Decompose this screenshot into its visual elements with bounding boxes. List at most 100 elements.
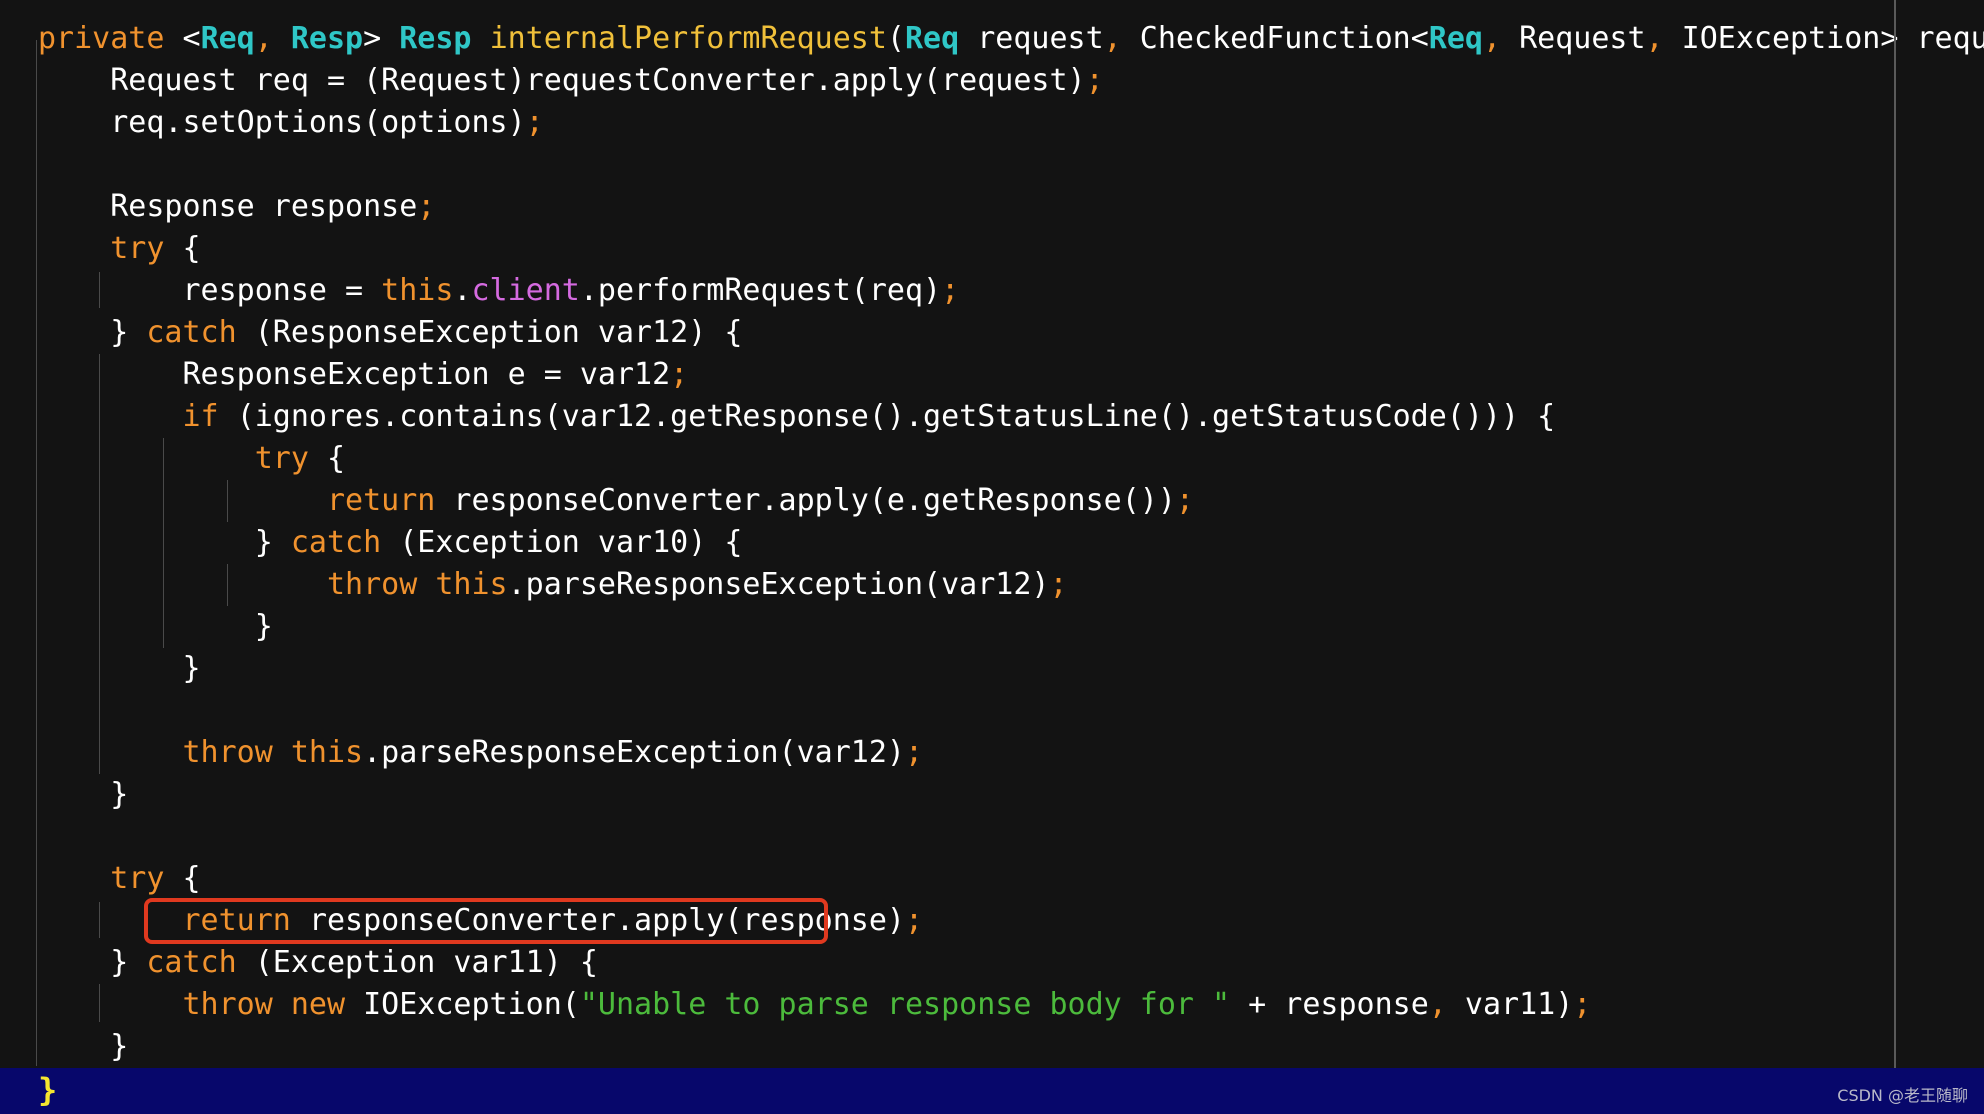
code-token: req.setOptions(options) (38, 105, 526, 140)
code-token: request (959, 21, 1104, 56)
code-token: responseConverter.apply(e.getResponse()) (453, 483, 1176, 518)
indent-guide (99, 902, 100, 938)
code-token: } (38, 651, 201, 686)
code-token: ResponseException e = var12 (38, 357, 671, 392)
code-token: { (326, 441, 346, 476)
status-bar (0, 1068, 1984, 1114)
code-token: ; (941, 273, 960, 308)
code-token: throw new (38, 987, 364, 1022)
code-line[interactable]: } (38, 648, 201, 690)
code-line[interactable]: private <Req, Resp> Resp internalPerform… (38, 18, 1984, 60)
code-token: , (1103, 21, 1140, 56)
code-line[interactable]: } catch (Exception var10) { (38, 522, 743, 564)
code-token: catch (146, 315, 255, 350)
highlight-annotation-box (144, 898, 828, 944)
code-line[interactable]: } (38, 606, 273, 648)
code-line[interactable]: try { (38, 438, 345, 480)
code-token: ( (886, 21, 905, 56)
code-line[interactable]: } catch (Exception var11) { (38, 942, 598, 984)
code-line[interactable]: throw this.parseResponseException(var12)… (38, 564, 1068, 606)
code-token: ; (904, 735, 924, 770)
code-token: } (38, 1029, 129, 1064)
code-token: Request req = (Request)requestConverter.… (38, 63, 1086, 98)
code-token: ; (904, 903, 924, 938)
code-line[interactable]: ResponseException e = var12; (38, 354, 688, 396)
code-token: if (38, 399, 237, 434)
code-token: ; (525, 105, 544, 140)
code-token: response = (38, 273, 382, 308)
code-editor[interactable]: private <Req, Resp> Resp internalPerform… (0, 0, 1984, 1114)
indent-guide (227, 480, 228, 522)
code-token: IOException( (363, 987, 580, 1022)
code-line[interactable]: Response response; (38, 186, 435, 228)
code-token: private (38, 21, 183, 56)
code-token: internalPerformRequest (489, 21, 887, 56)
code-token: Request (1519, 21, 1646, 56)
indent-guide (99, 984, 100, 1022)
indent-guide (163, 438, 164, 648)
code-token: "Unable to parse response body for " (579, 987, 1231, 1022)
code-token: catch (290, 525, 400, 560)
code-token: , (1482, 21, 1520, 56)
code-token: ; (417, 189, 436, 224)
code-token: .parseResponseException(var12) (507, 567, 1050, 602)
code-token: , (1428, 987, 1465, 1022)
code-line[interactable]: } (38, 1026, 128, 1068)
code-line[interactable]: return responseConverter.apply(e.getResp… (38, 480, 1194, 522)
code-line[interactable]: req.setOptions(options); (38, 102, 544, 144)
indent-guide (227, 564, 228, 606)
code-token: var11) (1464, 987, 1574, 1022)
code-token: { (182, 861, 201, 896)
code-token: throw this (38, 735, 364, 770)
code-token: (Exception var10) { (399, 525, 743, 560)
code-token: } (38, 945, 147, 980)
code-line[interactable]: response = this.client.performRequest(re… (38, 270, 959, 312)
code-token: < (182, 21, 201, 56)
code-token: , (254, 21, 291, 56)
code-token: IOException> requestConverter (1681, 21, 1984, 56)
code-token: } (38, 777, 129, 812)
code-token: ; (1573, 987, 1592, 1022)
code-token: . (453, 273, 472, 308)
code-line[interactable]: try { (38, 858, 201, 900)
code-line[interactable]: Request req = (Request)requestConverter.… (38, 60, 1104, 102)
code-token: try (38, 231, 183, 266)
code-token: } (38, 315, 147, 350)
code-token: Req (904, 21, 960, 56)
code-token: .performRequest(req) (579, 273, 942, 308)
code-token: } (38, 609, 273, 644)
indent-guide (99, 272, 100, 308)
code-token: client (471, 273, 580, 308)
method-closing-brace[interactable]: } (38, 1068, 57, 1112)
code-token: (ignores.contains(var12.getResponse().ge… (236, 399, 1556, 434)
code-line[interactable]: throw this.parseResponseException(var12)… (38, 732, 923, 774)
code-token: try (38, 441, 327, 476)
code-token: return (38, 483, 454, 518)
code-token: ; (1175, 483, 1194, 518)
code-line[interactable]: } (38, 774, 128, 816)
code-token: ; (1085, 63, 1104, 98)
code-token: , (1645, 21, 1682, 56)
code-token: { (182, 231, 201, 266)
code-token: } (38, 525, 291, 560)
code-line[interactable]: } catch (ResponseException var12) { (38, 312, 742, 354)
code-token: .parseResponseException(var12) (363, 735, 905, 770)
code-line[interactable]: try { (38, 228, 201, 270)
code-token: this (381, 273, 454, 308)
code-token: Req (200, 21, 255, 56)
code-token: ; (1049, 567, 1068, 602)
code-token: Req (1428, 21, 1483, 56)
code-token: Resp (290, 21, 364, 56)
code-token: + response (1230, 987, 1429, 1022)
code-line[interactable]: if (ignores.contains(var12.getResponse()… (38, 396, 1555, 438)
code-token: try (38, 861, 183, 896)
code-token: (ResponseException var12) { (254, 315, 743, 350)
code-token: > (363, 21, 400, 56)
code-token: catch (146, 945, 255, 980)
code-line[interactable]: throw new IOException("Unable to parse r… (38, 984, 1591, 1026)
code-token: CheckedFunction< (1139, 21, 1429, 56)
code-token: ; (670, 357, 689, 392)
code-token: throw this (38, 567, 508, 602)
code-token: Resp (399, 21, 472, 56)
